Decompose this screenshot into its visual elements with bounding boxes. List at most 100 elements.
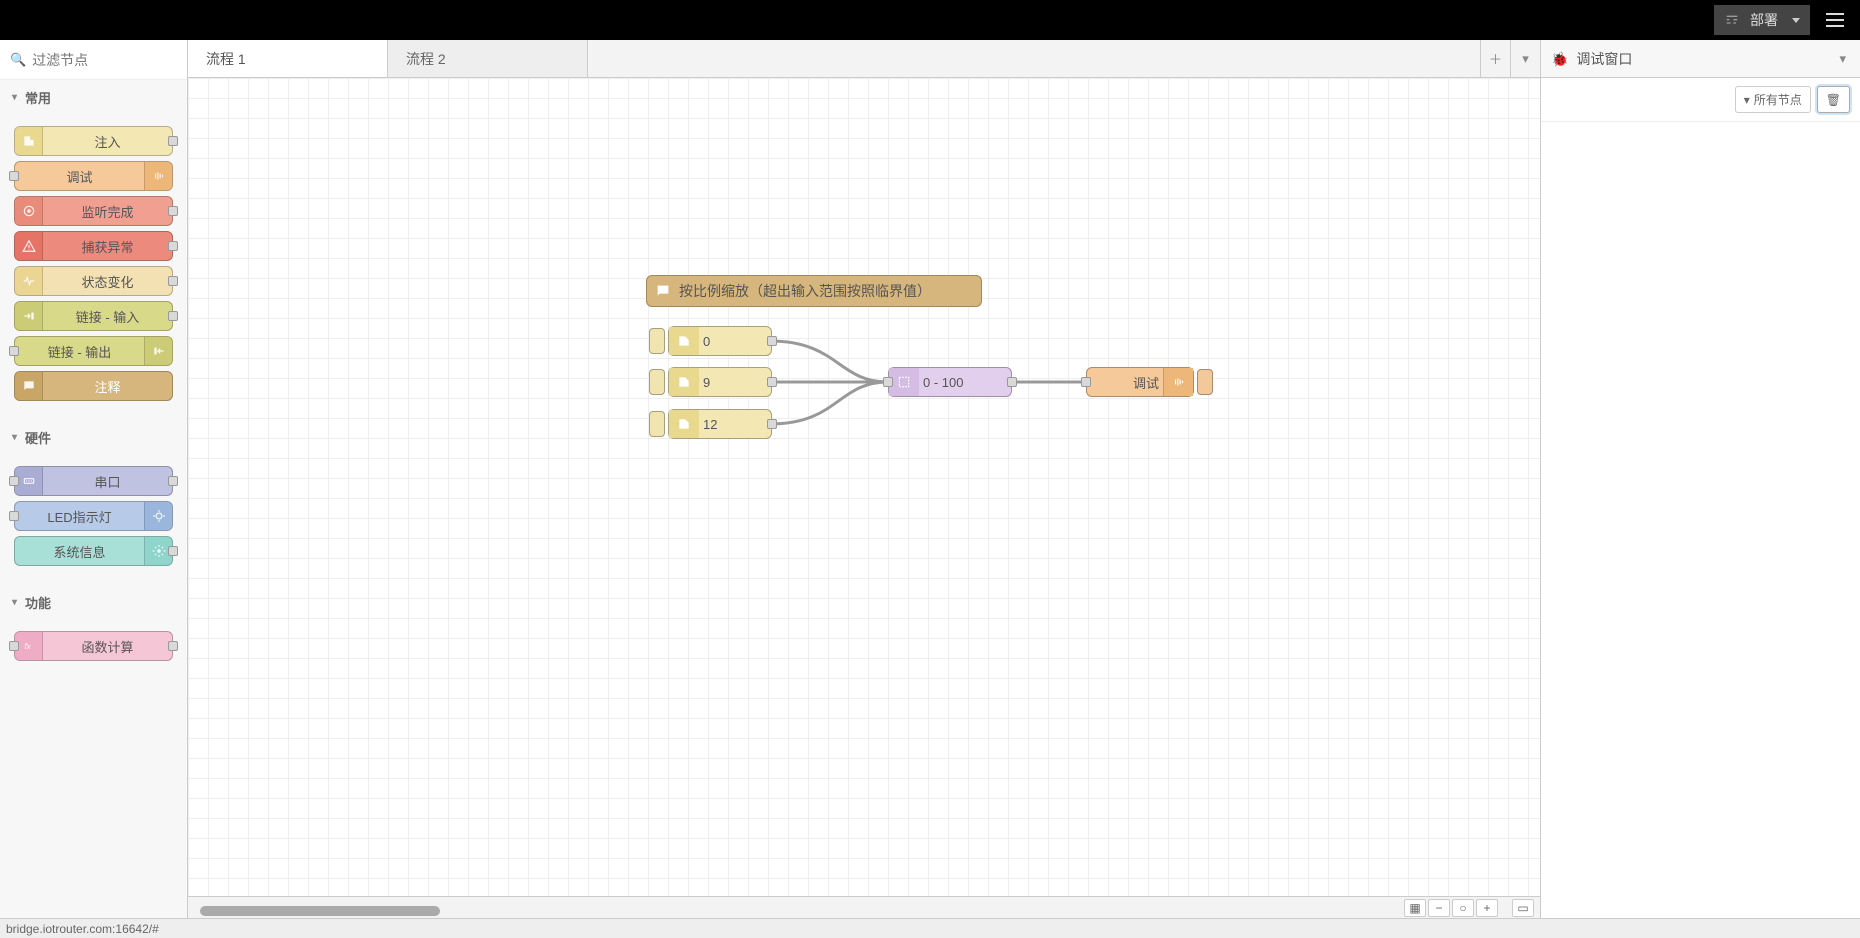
palette-node[interactable]: 注释 — [14, 371, 173, 401]
clear-debug-button[interactable]: 🗑 — [1817, 86, 1850, 113]
palette-node-label: 函数计算 — [43, 637, 172, 656]
navigator-button[interactable]: ▦ — [1404, 899, 1426, 917]
input-port[interactable] — [9, 346, 19, 356]
palette-node[interactable]: 状态变化 — [14, 266, 173, 296]
inject-icon — [669, 327, 699, 355]
range-icon — [889, 368, 919, 396]
sidebar-toolbar: ▾ 所有节点 🗑 — [1541, 78, 1860, 122]
inject-trigger-button[interactable] — [649, 411, 665, 437]
chevron-down-icon: ▾ — [12, 597, 17, 608]
inject-trigger-button[interactable] — [649, 369, 665, 395]
palette-panel: 🔍 ▾常用注入调试监听完成捕获异常状态变化链接 - 输入链接 - 输出注释▾硬件… — [0, 40, 188, 918]
palette-search: 🔍 — [0, 40, 187, 80]
output-port[interactable] — [168, 641, 178, 651]
palette-node[interactable]: LED指示灯 — [14, 501, 173, 531]
comment-text: 按比例缩放（超出输入范围按照临界值） — [679, 281, 931, 301]
alert-icon — [15, 232, 43, 260]
flow-tab[interactable]: 流程 2 — [388, 40, 588, 77]
flow-node-inject-0[interactable]: 0 — [668, 326, 772, 356]
flow-node-inject-12[interactable]: 12 — [668, 409, 772, 439]
palette-node[interactable]: 捕获异常 — [14, 231, 173, 261]
category-label: 硬件 — [25, 428, 51, 447]
pulse-icon — [15, 267, 43, 295]
debug-icon — [144, 162, 172, 190]
output-port[interactable] — [767, 377, 777, 387]
palette-search-input[interactable] — [32, 52, 177, 68]
palette-node[interactable]: 监听完成 — [14, 196, 173, 226]
palette-node-label: 链接 - 输出 — [15, 342, 144, 361]
palette-node[interactable]: fx函数计算 — [14, 631, 173, 661]
palette-node[interactable]: 链接 - 输入 — [14, 301, 173, 331]
debug-toggle-button[interactable] — [1197, 369, 1213, 395]
inject-trigger-button[interactable] — [649, 328, 665, 354]
inject-icon — [669, 368, 699, 396]
category-label: 功能 — [25, 593, 51, 612]
input-port[interactable] — [9, 641, 19, 651]
output-port[interactable] — [168, 241, 178, 251]
palette-node[interactable]: 链接 - 输出 — [14, 336, 173, 366]
flow-tabs: 流程 1流程 2 ＋ ▾ — [188, 40, 1540, 78]
sidebar-menu-button[interactable]: ▾ — [1835, 47, 1850, 71]
comment-icon — [647, 283, 679, 299]
palette-node[interactable]: 串口 — [14, 466, 173, 496]
flow-node-range[interactable]: 0 - 100 — [888, 367, 1012, 397]
deploy-label: 部署 — [1750, 10, 1778, 30]
search-icon: 🔍 — [10, 52, 26, 68]
output-port[interactable] — [767, 336, 777, 346]
palette-category-header[interactable]: ▾硬件 — [0, 420, 187, 455]
output-port[interactable] — [168, 136, 178, 146]
palette-category-header[interactable]: ▾ 常用 — [0, 80, 187, 115]
palette-node[interactable]: 注入 — [14, 126, 173, 156]
palette-node-label: 捕获异常 — [43, 237, 172, 256]
flow-node-comment[interactable]: 按比例缩放（超出输入范围按照临界值） — [646, 275, 982, 307]
add-flow-button[interactable]: ＋ — [1480, 40, 1510, 77]
horizontal-scrollbar[interactable] — [200, 906, 440, 916]
input-port[interactable] — [9, 511, 19, 521]
caret-down-icon — [1792, 18, 1800, 23]
palette-node[interactable]: 系统信息 — [14, 536, 173, 566]
output-port[interactable] — [1007, 377, 1017, 387]
output-port[interactable] — [168, 311, 178, 321]
comment-icon — [15, 372, 43, 400]
input-port[interactable] — [883, 377, 893, 387]
palette-node-label: 系统信息 — [15, 542, 144, 561]
chevron-down-icon: ▾ — [12, 92, 17, 103]
status-bar: bridge.iotrouter.com:16642/# — [0, 918, 1860, 938]
input-port[interactable] — [9, 171, 19, 181]
filter-icon: ▾ — [1744, 93, 1750, 107]
fx-icon: fx — [15, 632, 43, 660]
output-port[interactable] — [168, 206, 178, 216]
debug-messages[interactable] — [1541, 122, 1860, 918]
flow-canvas[interactable]: 按比例缩放（超出输入范围按照临界值） 0 9 — [188, 78, 1540, 896]
palette-node-label: 串口 — [43, 472, 172, 491]
canvas-footer: ▦ − ○ + ▭ — [188, 896, 1540, 918]
zoom-in-button[interactable]: + — [1476, 899, 1498, 917]
linkin-icon — [15, 302, 43, 330]
palette-list[interactable]: ▾常用注入调试监听完成捕获异常状态变化链接 - 输入链接 - 输出注释▾硬件串口… — [0, 80, 187, 918]
led-icon — [144, 502, 172, 530]
input-port[interactable] — [1081, 377, 1091, 387]
output-port[interactable] — [168, 476, 178, 486]
zoom-out-button[interactable]: − — [1428, 899, 1450, 917]
input-port[interactable] — [9, 476, 19, 486]
deploy-button[interactable]: 部署 — [1714, 5, 1810, 35]
output-port[interactable] — [767, 419, 777, 429]
debug-icon — [1163, 368, 1193, 396]
flow-tab[interactable]: 流程 1 — [188, 40, 388, 77]
main-menu-button[interactable] — [1818, 13, 1852, 27]
flow-node-inject-9[interactable]: 9 — [668, 367, 772, 397]
view-mode-button[interactable]: ▭ — [1512, 899, 1534, 917]
zoom-reset-button[interactable]: ○ — [1452, 899, 1474, 917]
bug-icon: 🐞 — [1551, 51, 1568, 67]
output-port[interactable] — [168, 276, 178, 286]
header-bar: 部署 — [0, 0, 1860, 40]
flow-node-debug[interactable]: 调试 — [1086, 367, 1194, 397]
flow-menu-button[interactable]: ▾ — [1510, 40, 1540, 77]
filter-all-nodes-button[interactable]: ▾ 所有节点 — [1735, 86, 1811, 113]
deploy-icon — [1724, 11, 1740, 30]
palette-node[interactable]: 调试 — [14, 161, 173, 191]
inject-icon — [669, 410, 699, 438]
category-label: 常用 — [25, 88, 51, 107]
output-port[interactable] — [168, 546, 178, 556]
palette-category-header[interactable]: ▾ 功能 — [0, 585, 187, 620]
